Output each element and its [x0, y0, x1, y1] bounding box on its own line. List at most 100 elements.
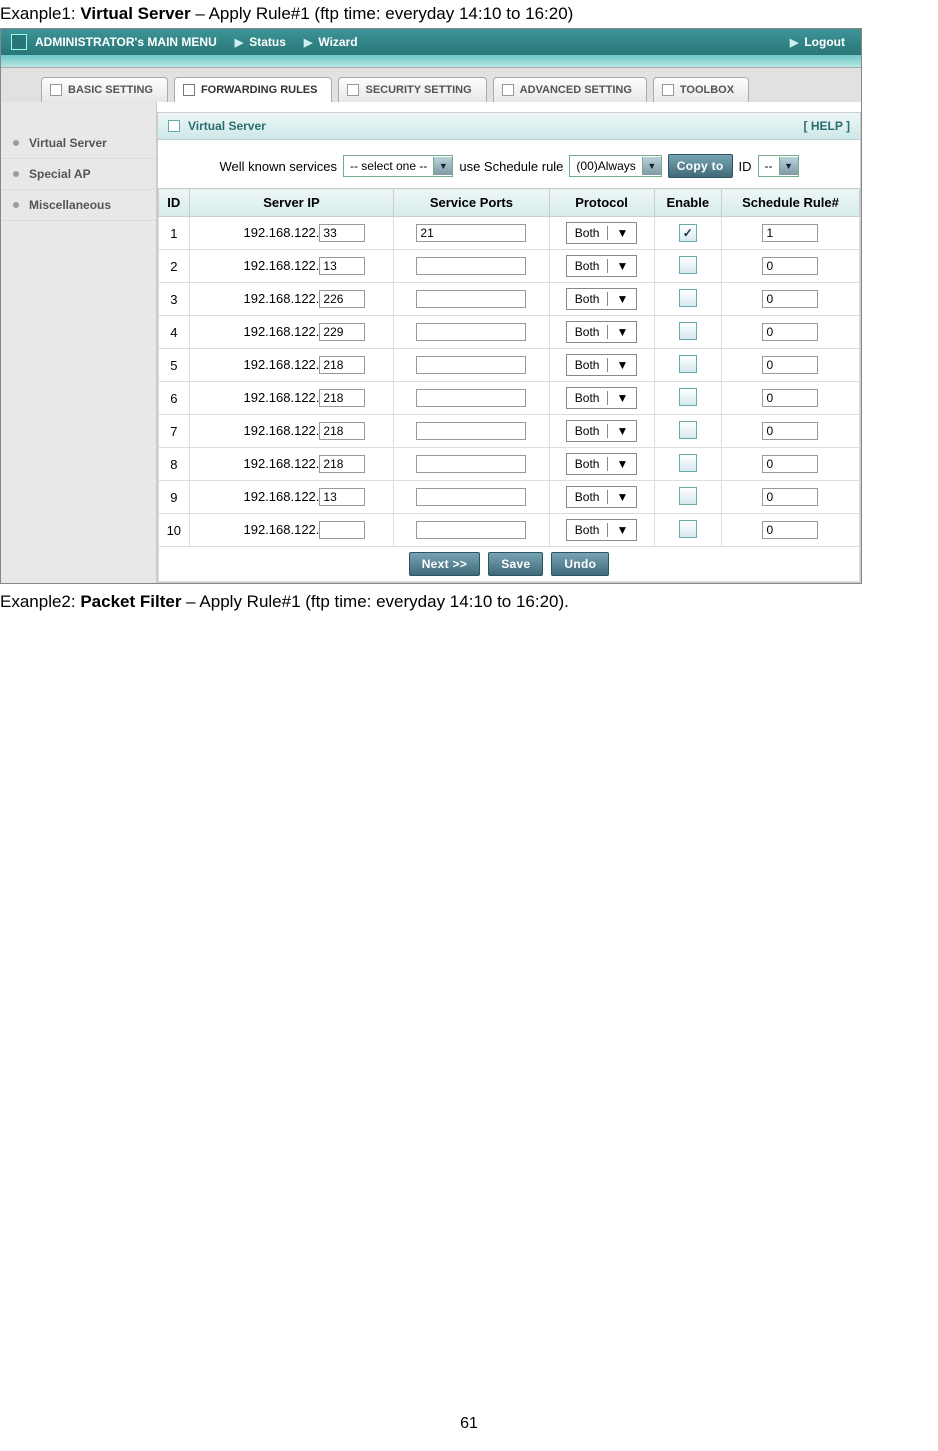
service-port-input[interactable]: [416, 323, 526, 341]
cell-service-port: [394, 316, 549, 349]
enable-checkbox[interactable]: [679, 355, 697, 373]
enable-checkbox[interactable]: [679, 520, 697, 538]
server-ip-octet-input[interactable]: [319, 323, 365, 341]
sidebar-item-miscellaneous[interactable]: Miscellaneous: [1, 190, 156, 221]
service-port-input[interactable]: [416, 521, 526, 539]
server-ip-octet-input[interactable]: [319, 224, 365, 242]
schedule-rule-select[interactable]: (00)Always ▼: [569, 155, 661, 177]
sidebar-item-virtual-server[interactable]: Virtual Server: [1, 128, 156, 159]
panel-title: Virtual Server: [188, 119, 804, 133]
server-ip-octet-input[interactable]: [319, 488, 365, 506]
save-button[interactable]: Save: [488, 552, 543, 576]
schedule-rule-input[interactable]: [762, 323, 818, 341]
server-ip-octet-input[interactable]: [319, 455, 365, 473]
server-ip-octet-input[interactable]: [319, 422, 365, 440]
tab-toolbox[interactable]: TOOLBOX: [653, 77, 749, 102]
well-known-service-select[interactable]: -- select one -- ▼: [343, 155, 453, 177]
enable-checkbox[interactable]: [679, 322, 697, 340]
tab-advanced-setting[interactable]: ADVANCED SETTING: [493, 77, 647, 102]
enable-checkbox[interactable]: [679, 224, 697, 242]
enable-checkbox[interactable]: [679, 256, 697, 274]
service-port-input[interactable]: [416, 356, 526, 374]
help-link[interactable]: [ HELP ]: [804, 119, 850, 133]
cell-id: 7: [159, 415, 190, 448]
arrow-icon: ▶: [286, 36, 318, 49]
protocol-select[interactable]: Both▼: [566, 222, 638, 244]
schedule-rule-input[interactable]: [762, 290, 818, 308]
schedule-rule-input[interactable]: [762, 422, 818, 440]
square-icon: [50, 84, 62, 96]
cell-enable: [654, 514, 721, 547]
cell-service-port: [394, 283, 549, 316]
server-ip-octet-input[interactable]: [319, 290, 365, 308]
id-select[interactable]: -- ▼: [758, 155, 799, 177]
service-port-input[interactable]: [416, 389, 526, 407]
schedule-rule-input[interactable]: [762, 389, 818, 407]
protocol-select[interactable]: Both▼: [566, 387, 638, 409]
nav-status[interactable]: Status: [249, 35, 286, 49]
server-ip-octet-input[interactable]: [319, 389, 365, 407]
server-ip-octet-input[interactable]: [319, 356, 365, 374]
protocol-select[interactable]: Both▼: [566, 453, 638, 475]
nav-logout[interactable]: Logout: [804, 35, 845, 49]
dot-icon: [13, 140, 19, 146]
cell-server-ip: 192.168.122.: [189, 514, 394, 547]
cell-id: 9: [159, 481, 190, 514]
chevron-down-icon: ▼: [433, 157, 452, 175]
protocol-select[interactable]: Both▼: [566, 519, 638, 541]
server-ip-octet-input[interactable]: [319, 521, 365, 539]
tab-basic-setting[interactable]: BASIC SETTING: [41, 77, 168, 102]
enable-checkbox[interactable]: [679, 289, 697, 307]
cell-service-port: [394, 349, 549, 382]
server-ip-octet-input[interactable]: [319, 257, 365, 275]
schedule-rule-input[interactable]: [762, 257, 818, 275]
service-port-input[interactable]: [416, 224, 526, 242]
schedule-rule-input[interactable]: [762, 521, 818, 539]
protocol-select[interactable]: Both▼: [566, 321, 638, 343]
schedule-rule-input[interactable]: [762, 356, 818, 374]
chevron-down-icon: ▼: [642, 157, 661, 175]
enable-checkbox[interactable]: [679, 487, 697, 505]
controls-row: Well known services -- select one -- ▼ u…: [158, 140, 860, 188]
protocol-select[interactable]: Both▼: [566, 288, 638, 310]
protocol-select[interactable]: Both▼: [566, 420, 638, 442]
table-row: 8192.168.122.Both▼: [159, 448, 860, 481]
enable-checkbox[interactable]: [679, 388, 697, 406]
arrow-icon: ▶: [217, 36, 249, 49]
cell-service-port: [394, 481, 549, 514]
example1-suffix: – Apply Rule#1 (ftp time: everyday 14:10…: [191, 4, 574, 23]
schedule-rule-input[interactable]: [762, 455, 818, 473]
undo-button[interactable]: Undo: [551, 552, 609, 576]
schedule-rule-input[interactable]: [762, 224, 818, 242]
tab-security-setting[interactable]: SECURITY SETTING: [338, 77, 486, 102]
nav-wizard[interactable]: Wizard: [318, 35, 357, 49]
service-port-input[interactable]: [416, 488, 526, 506]
chevron-down-icon: ▼: [607, 457, 636, 471]
sidebar: Virtual Server Special AP Miscellaneous: [1, 102, 157, 583]
sidebar-item-special-ap[interactable]: Special AP: [1, 159, 156, 190]
service-port-input[interactable]: [416, 455, 526, 473]
protocol-select[interactable]: Both▼: [566, 486, 638, 508]
table-row: 1192.168.122.Both▼: [159, 217, 860, 250]
cell-server-ip: 192.168.122.: [189, 349, 394, 382]
cell-protocol: Both▼: [549, 217, 654, 250]
service-port-input[interactable]: [416, 290, 526, 308]
enable-checkbox[interactable]: [679, 421, 697, 439]
cell-enable: [654, 250, 721, 283]
schedule-rule-input[interactable]: [762, 488, 818, 506]
cell-protocol: Both▼: [549, 250, 654, 283]
service-port-input[interactable]: [416, 257, 526, 275]
chevron-down-icon: ▼: [607, 523, 636, 537]
service-port-input[interactable]: [416, 422, 526, 440]
next-button[interactable]: Next >>: [409, 552, 480, 576]
id-label: ID: [739, 159, 752, 174]
virtual-server-panel: Virtual Server [ HELP ] Well known servi…: [157, 112, 861, 583]
enable-checkbox[interactable]: [679, 454, 697, 472]
cell-service-port: [394, 415, 549, 448]
protocol-select[interactable]: Both▼: [566, 354, 638, 376]
th-schedule-rule: Schedule Rule#: [721, 189, 859, 217]
protocol-select[interactable]: Both▼: [566, 255, 638, 277]
copy-to-button[interactable]: Copy to: [668, 154, 733, 178]
tab-forwarding-rules[interactable]: FORWARDING RULES: [174, 77, 333, 102]
cell-schedule-rule: [721, 250, 859, 283]
